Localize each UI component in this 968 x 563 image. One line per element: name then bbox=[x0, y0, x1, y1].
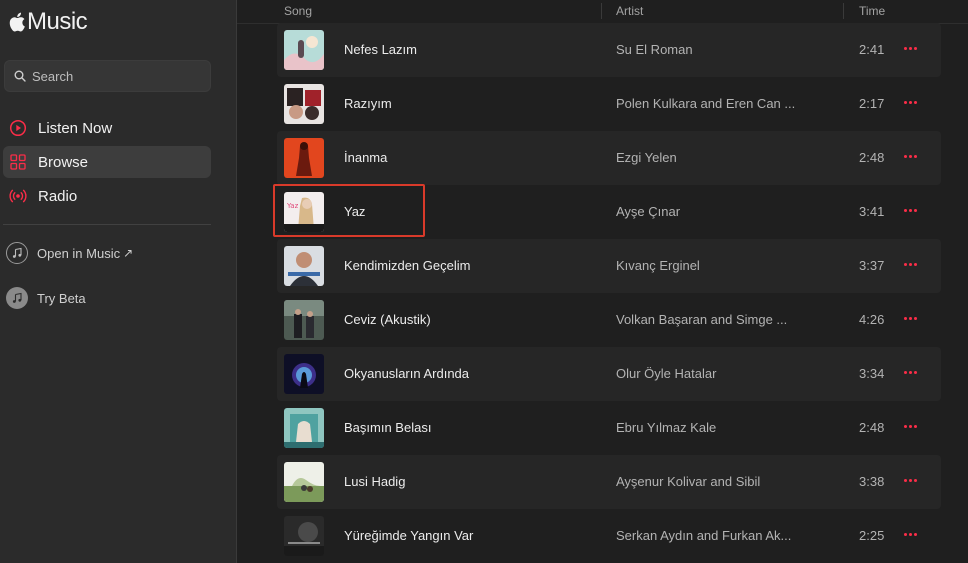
track-duration: 2:25 bbox=[859, 528, 885, 543]
track-duration: 2:48 bbox=[859, 420, 885, 435]
track-title[interactable]: Başımın Belası bbox=[344, 420, 431, 435]
table-row[interactable]: İnanma Ezgi Yelen 2:48 bbox=[277, 131, 941, 185]
sidebar-item-label: Listen Now bbox=[38, 119, 113, 137]
open-in-music-label: Open in Music bbox=[37, 245, 121, 261]
more-options-icon[interactable] bbox=[902, 148, 918, 164]
track-artist[interactable]: Volkan Başaran and Simge ... bbox=[616, 312, 801, 327]
svg-text:Yaz: Yaz bbox=[286, 202, 299, 210]
more-options-icon[interactable] bbox=[902, 256, 918, 272]
more-options-icon[interactable] bbox=[902, 310, 918, 326]
album-artwork bbox=[284, 138, 324, 178]
track-artist[interactable]: Kıvanç Erginel bbox=[616, 258, 801, 273]
album-artwork bbox=[284, 300, 324, 340]
album-artwork bbox=[284, 462, 324, 502]
track-duration: 2:48 bbox=[859, 150, 885, 165]
sidebar-item-label: Radio bbox=[38, 187, 78, 205]
table-row[interactable]: Ceviz (Akustik) Volkan Başaran and Simge… bbox=[277, 293, 941, 347]
track-title[interactable]: Yaz bbox=[344, 204, 365, 219]
column-header: Song Artist Time bbox=[237, 0, 968, 24]
song-list-panel: Song Artist Time Nefes Lazım Su El Roman… bbox=[237, 0, 968, 563]
search-input[interactable] bbox=[32, 68, 202, 84]
more-options-icon[interactable] bbox=[902, 526, 918, 542]
column-time-header[interactable]: Time bbox=[859, 4, 885, 18]
sidebar-divider bbox=[3, 224, 211, 225]
column-separator bbox=[601, 3, 602, 19]
track-duration: 3:41 bbox=[859, 204, 885, 219]
track-artist[interactable]: Polen Kulkara and Eren Can ... bbox=[616, 96, 801, 111]
track-artist[interactable]: Ezgi Yelen bbox=[616, 150, 801, 165]
sidebar: Music Listen Now Browse Radio bbox=[0, 0, 237, 563]
track-title[interactable]: Lusi Hadig bbox=[344, 474, 405, 489]
sidebar-item-radio[interactable]: Radio bbox=[3, 180, 211, 212]
table-row[interactable]: Razıyım Polen Kulkara and Eren Can ... 2… bbox=[277, 77, 941, 131]
album-artwork bbox=[284, 246, 324, 286]
table-row[interactable]: Nefes Lazım Su El Roman 2:41 bbox=[277, 23, 941, 77]
track-title[interactable]: Kendimizden Geçelim bbox=[344, 258, 470, 273]
search-field[interactable] bbox=[4, 60, 211, 92]
track-duration: 2:41 bbox=[859, 42, 885, 57]
album-artwork bbox=[284, 516, 324, 556]
column-song-header[interactable]: Song bbox=[284, 4, 312, 18]
music-note-icon bbox=[6, 242, 28, 264]
track-title[interactable]: Nefes Lazım bbox=[344, 42, 417, 57]
track-artist[interactable]: Olur Öyle Hatalar bbox=[616, 366, 801, 381]
try-beta-link[interactable]: Try Beta bbox=[6, 287, 86, 309]
open-in-music-link[interactable]: Open in Music ↗ bbox=[6, 242, 133, 264]
more-options-icon[interactable] bbox=[902, 202, 918, 218]
column-artist-header[interactable]: Artist bbox=[616, 4, 643, 18]
apple-logo-icon bbox=[9, 12, 25, 32]
album-artwork bbox=[284, 84, 324, 124]
sidebar-item-label: Browse bbox=[38, 153, 89, 171]
track-title[interactable]: Okyanusların Ardında bbox=[344, 366, 469, 381]
album-artwork bbox=[284, 354, 324, 394]
table-row[interactable]: Lusi Hadig Ayşenur Kolivar and Sibil 3:3… bbox=[277, 455, 941, 509]
track-duration: 4:26 bbox=[859, 312, 885, 327]
more-options-icon[interactable] bbox=[902, 40, 918, 56]
radio-waves-icon bbox=[9, 189, 27, 203]
search-icon bbox=[14, 70, 26, 82]
play-circle-icon bbox=[9, 119, 27, 137]
track-duration: 3:34 bbox=[859, 366, 885, 381]
album-artwork: Yaz bbox=[284, 192, 324, 232]
track-title[interactable]: Yüreğimde Yangın Var bbox=[344, 528, 473, 543]
more-options-icon[interactable] bbox=[902, 418, 918, 434]
track-artist[interactable]: Ebru Yılmaz Kale bbox=[616, 420, 801, 435]
track-artist[interactable]: Ayşenur Kolivar and Sibil bbox=[616, 474, 801, 489]
track-title[interactable]: Ceviz (Akustik) bbox=[344, 312, 431, 327]
album-artwork bbox=[284, 30, 324, 70]
track-duration: 3:38 bbox=[859, 474, 885, 489]
track-duration: 2:17 bbox=[859, 96, 885, 111]
apple-music-logo[interactable]: Music bbox=[7, 7, 88, 37]
track-title[interactable]: Razıyım bbox=[344, 96, 392, 111]
more-options-icon[interactable] bbox=[902, 364, 918, 380]
album-artwork bbox=[284, 408, 324, 448]
track-title[interactable]: İnanma bbox=[344, 150, 387, 165]
track-artist[interactable]: Serkan Aydın and Furkan Ak... bbox=[616, 528, 801, 543]
app-title: Music bbox=[27, 8, 88, 35]
column-separator bbox=[843, 3, 844, 19]
music-note-icon bbox=[6, 287, 28, 309]
external-arrow-icon: ↗ bbox=[123, 246, 134, 260]
track-artist[interactable]: Ayşe Çınar bbox=[616, 204, 801, 219]
sidebar-item-listen-now[interactable]: Listen Now bbox=[3, 112, 211, 144]
sidebar-item-browse[interactable]: Browse bbox=[3, 146, 211, 178]
table-row[interactable]: Yaz Yaz Ayşe Çınar 3:41 bbox=[277, 185, 941, 239]
more-options-icon[interactable] bbox=[902, 472, 918, 488]
table-row[interactable]: Kendimizden Geçelim Kıvanç Erginel 3:37 bbox=[277, 239, 941, 293]
try-beta-label: Try Beta bbox=[37, 290, 86, 306]
table-row[interactable]: Okyanusların Ardında Olur Öyle Hatalar 3… bbox=[277, 347, 941, 401]
table-row[interactable]: Yüreğimde Yangın Var Serkan Aydın and Fu… bbox=[277, 509, 941, 563]
track-duration: 3:37 bbox=[859, 258, 885, 273]
more-options-icon[interactable] bbox=[902, 94, 918, 110]
table-row[interactable]: Başımın Belası Ebru Yılmaz Kale 2:48 bbox=[277, 401, 941, 455]
track-artist[interactable]: Su El Roman bbox=[616, 42, 801, 57]
grid-icon bbox=[10, 154, 26, 170]
